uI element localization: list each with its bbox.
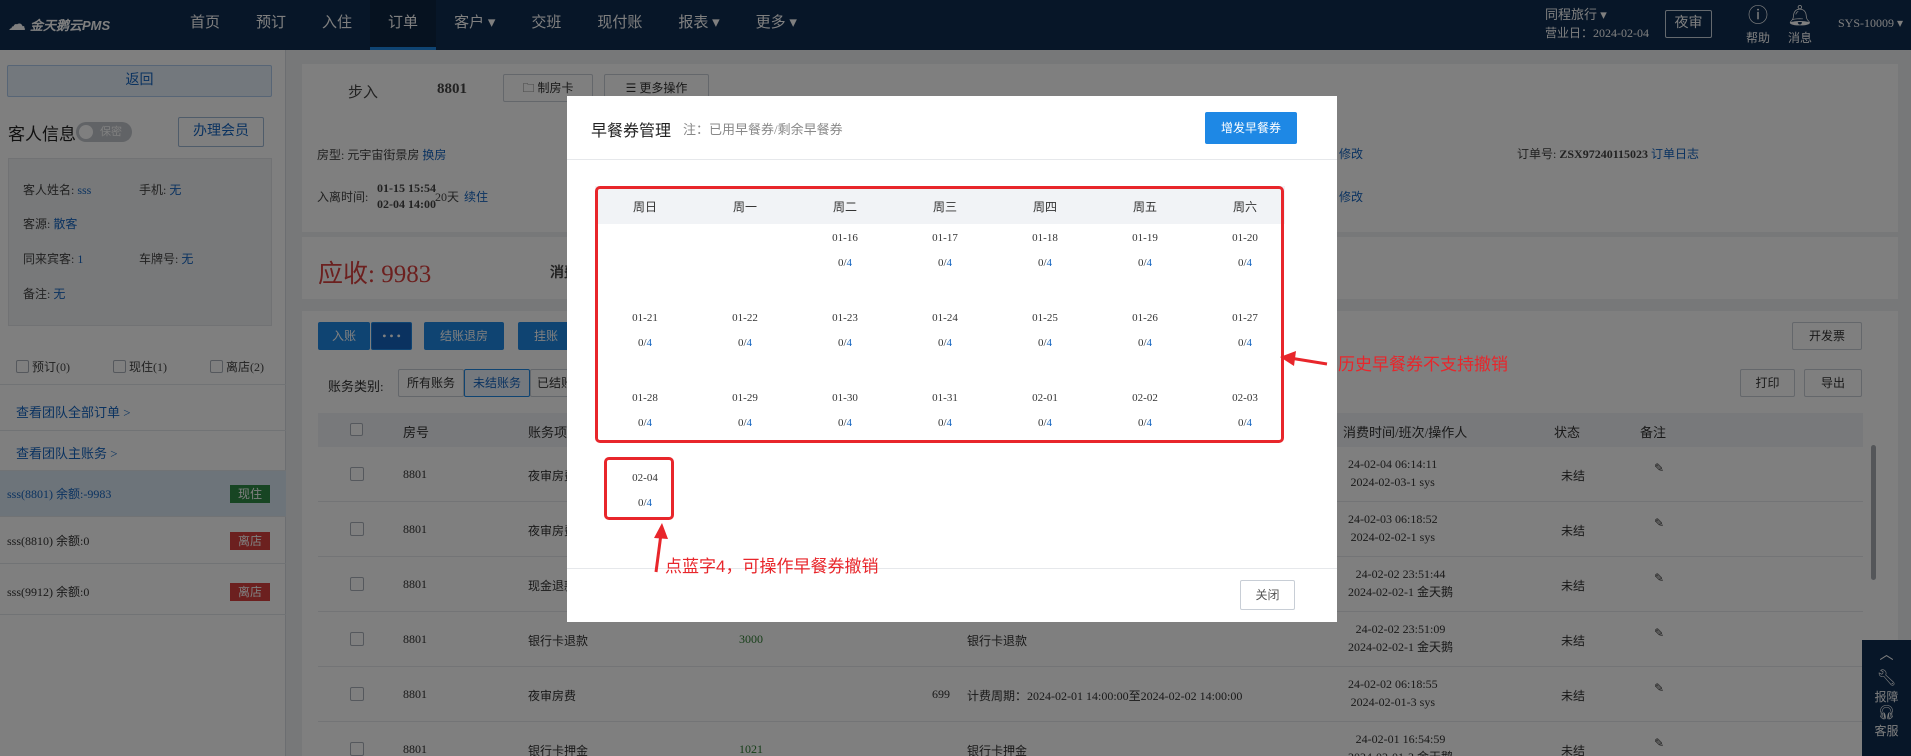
arrow-head [1280, 351, 1296, 366]
arrow-line [654, 533, 663, 573]
hint-note: 点蓝字4，可操作早餐券撤销 [665, 557, 879, 576]
annotation-arrows [654, 351, 1328, 573]
history-note: 历史早餐券不支持撤销 [1338, 355, 1508, 374]
arrow-head [654, 523, 668, 539]
arrow-line [1289, 356, 1328, 366]
